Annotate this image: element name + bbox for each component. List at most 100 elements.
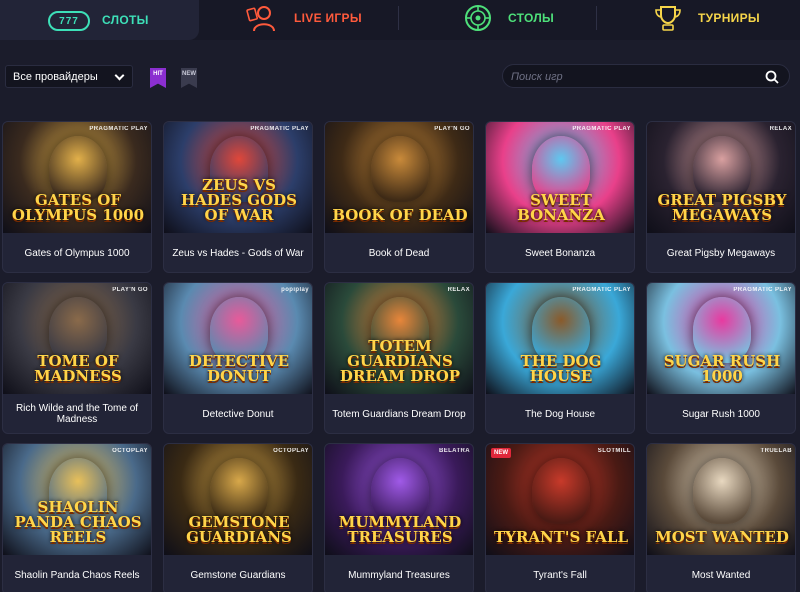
game-logo-text: Zeus vs Hades Gods of War — [180, 176, 298, 224]
provider-logo: popiplay — [281, 287, 309, 293]
game-character — [532, 458, 590, 524]
game-logo-text: Shaolin Panda Chaos Reels — [14, 498, 142, 546]
tab-tables-label: СТОЛЫ — [508, 11, 555, 25]
game-thumbnail: Detective Donut popiplay — [164, 283, 312, 394]
game-thumbnail: Gates of Olympus 1000 PRAGMATIC PLAY — [3, 122, 151, 233]
provider-logo: PLAY'N GO — [434, 126, 470, 132]
game-thumbnail: Gemstone Guardians OCTOPLAY — [164, 444, 312, 555]
game-logo-text: Totem Guardians Dream Drop — [339, 337, 461, 385]
game-card[interactable]: Sweet Bonanza PRAGMATIC PLAY Sweet Bonanza — [485, 121, 635, 273]
provider-logo: PRAGMATIC PLAY — [250, 126, 309, 132]
provider-select[interactable]: Все провайдеры — [5, 65, 133, 88]
provider-logo: PLAY'N GO — [112, 287, 148, 293]
game-thumbnail: Mummyland Treasures BELATRA — [325, 444, 473, 555]
provider-logo: PRAGMATIC PLAY — [89, 126, 148, 132]
game-card[interactable]: Sugar Rush 1000 PRAGMATIC PLAY Sugar Rush … — [646, 282, 796, 434]
game-card[interactable]: Tome of Madness PLAY'N GO Rich Wilde and t… — [2, 282, 152, 434]
game-character — [693, 458, 751, 524]
game-card[interactable]: Gates of Olympus 1000 PRAGMATIC PLAY Gates… — [2, 121, 152, 273]
provider-select-value: Все провайдеры — [13, 70, 98, 83]
tab-tables[interactable]: СТОЛЫ — [458, 0, 554, 36]
game-logo-text: Mummyland Treasures — [338, 513, 462, 546]
game-logo-text: Detective Donut — [188, 352, 290, 385]
game-logo-text: Most Wanted — [655, 528, 789, 546]
tab-divider — [596, 6, 597, 30]
game-card[interactable]: The Dog House PRAGMATIC PLAY The Dog House — [485, 282, 635, 434]
new-badge: NEW — [491, 448, 511, 458]
game-title: Great Pigsby Megaways — [666, 247, 776, 259]
game-logo-text: Gemstone Guardians — [186, 513, 292, 546]
tab-live-games-label: LIVE ИГРЫ — [294, 11, 362, 25]
game-thumbnail: Tome of Madness PLAY'N GO — [3, 283, 151, 394]
dealer-icon — [244, 3, 284, 33]
provider-logo: PRAGMATIC PLAY — [733, 287, 792, 293]
game-title: Totem Guardians Dream Drop — [332, 408, 466, 420]
provider-logo: SLOTMILL — [597, 448, 631, 454]
game-logo-text: Sweet Bonanza — [517, 191, 605, 224]
game-logo-text: Book of Dead — [332, 206, 468, 224]
provider-logo: TRUELAB — [760, 448, 792, 454]
tab-tournaments-label: ТУРНИРЫ — [698, 11, 760, 25]
game-card[interactable]: Detective Donut popiplay Detective Donut — [163, 282, 313, 434]
provider-logo: PRAGMATIC PLAY — [572, 126, 631, 132]
search-input[interactable] — [511, 68, 751, 85]
new-filter-button[interactable]: NEW — [181, 68, 197, 88]
game-title: Shaolin Panda Chaos Reels — [14, 569, 140, 581]
game-thumbnail: Zeus vs Hades Gods of War PRAGMATIC PLAY — [164, 122, 312, 233]
game-title: Sugar Rush 1000 — [682, 408, 760, 420]
trophy-icon — [648, 3, 688, 33]
game-card[interactable]: Great Pigsby Megaways RELAX Great Pigsby M… — [646, 121, 796, 273]
tab-slots-label: СЛОТЫ — [102, 13, 149, 27]
game-card[interactable]: Most Wanted TRUELAB Most Wanted — [646, 443, 796, 592]
game-thumbnail: Book of Dead PLAY'N GO — [325, 122, 473, 233]
game-logo-text: Gates of Olympus 1000 — [11, 191, 145, 224]
game-title: Gemstone Guardians — [190, 569, 286, 581]
game-card[interactable]: Tyrant's Fall SLOTMILL NEW Tyrant's Fall — [485, 443, 635, 592]
game-title: Sweet Bonanza — [524, 247, 596, 259]
game-logo-text: Sugar Rush 1000 — [663, 352, 781, 385]
game-title: Rich Wilde and the Tome of Madness — [15, 403, 139, 425]
game-thumbnail: Sugar Rush 1000 PRAGMATIC PLAY — [647, 283, 795, 394]
game-title: Zeus vs Hades - Gods of War — [172, 247, 304, 259]
game-logo-text: The Dog House — [520, 352, 602, 385]
game-card[interactable]: Zeus vs Hades Gods of War PRAGMATIC PLAY Z… — [163, 121, 313, 273]
game-thumbnail: Totem Guardians Dream Drop RELAX — [325, 283, 473, 394]
search-box — [502, 64, 790, 88]
game-thumbnail: The Dog House PRAGMATIC PLAY — [486, 283, 634, 394]
game-thumbnail: Tyrant's Fall SLOTMILL NEW — [486, 444, 634, 555]
chevron-down-icon — [114, 70, 125, 81]
tab-slots[interactable]: 777 СЛОТЫ — [0, 0, 199, 40]
provider-logo: RELAX — [447, 287, 470, 293]
game-logo-text: Tyrant's Fall — [494, 528, 628, 546]
game-title: Most Wanted — [691, 569, 751, 581]
game-logo-text: Tome of Madness — [34, 352, 122, 385]
tab-live-games[interactable]: LIVE ИГРЫ — [244, 0, 362, 36]
game-title: Tyrant's Fall — [533, 569, 587, 581]
game-character — [371, 136, 429, 202]
provider-logo: RELAX — [769, 126, 792, 132]
game-card[interactable]: Shaolin Panda Chaos Reels OCTOPLAY Shaolin… — [2, 443, 152, 592]
game-logo-text: Great Pigsby Megaways — [657, 191, 787, 224]
game-title: Book of Dead — [368, 247, 430, 259]
game-card[interactable]: Mummyland Treasures BELATRA Mummyland Trea… — [324, 443, 474, 592]
game-title: The Dog House — [524, 408, 596, 420]
roulette-icon — [458, 3, 498, 33]
provider-logo: PRAGMATIC PLAY — [572, 287, 631, 293]
provider-logo: OCTOPLAY — [112, 448, 148, 454]
tab-divider — [398, 6, 399, 30]
game-card[interactable]: Totem Guardians Dream Drop RELAX Totem Gua… — [324, 282, 474, 434]
game-thumbnail: Sweet Bonanza PRAGMATIC PLAY — [486, 122, 634, 233]
game-thumbnail: Shaolin Panda Chaos Reels OCTOPLAY — [3, 444, 151, 555]
hit-filter-button[interactable]: HIT — [150, 68, 166, 88]
game-card[interactable]: Gemstone Guardians OCTOPLAY Gemstone Guard… — [163, 443, 313, 592]
game-title: Detective Donut — [202, 408, 274, 420]
game-title: Gates of Olympus 1000 — [24, 247, 130, 259]
game-title: Mummyland Treasures — [348, 569, 450, 581]
game-card[interactable]: Book of Dead PLAY'N GO Book of Dead — [324, 121, 474, 273]
game-thumbnail: Most Wanted TRUELAB — [647, 444, 795, 555]
search-icon[interactable] — [765, 70, 779, 84]
category-tabs: 777 СЛОТЫ LIVE ИГРЫ СТОЛЫ ТУРНИРЫ — [0, 0, 800, 40]
provider-logo: OCTOPLAY — [273, 448, 309, 454]
slot-machine-icon: 777 — [48, 11, 90, 31]
tab-tournaments[interactable]: ТУРНИРЫ — [648, 0, 760, 36]
